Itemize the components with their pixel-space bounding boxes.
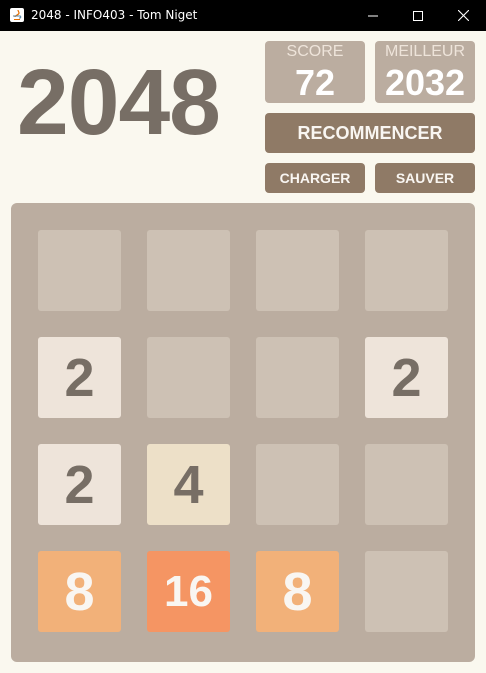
save-button[interactable]: SAUVER [375,163,475,193]
tile: 8 [256,551,339,632]
tile: 4 [147,444,230,525]
empty-cell [256,230,339,311]
best-score-label: MEILLEUR [384,43,466,60]
score-value: 72 [294,62,336,103]
score-label: SCORE [286,43,344,60]
score-box: SCORE 72 [265,41,365,103]
tile: 16 [147,551,230,632]
close-button[interactable] [441,0,486,31]
empty-cell [256,337,339,418]
restart-button[interactable]: RECOMMENCER [265,113,475,153]
empty-cell [256,444,339,525]
load-button[interactable]: CHARGER [265,163,365,193]
tile: 2 [38,337,121,418]
game-window: 2048 - INFO403 - Tom Niget 2048 SCORE 72… [0,0,486,673]
window-title: 2048 - INFO403 - Tom Niget [31,8,198,22]
close-icon [458,10,469,21]
minimize-button[interactable] [350,0,395,31]
empty-cell [365,551,448,632]
maximize-button[interactable] [395,0,440,31]
maximize-icon [412,10,423,21]
empty-cell [365,444,448,525]
java-app-icon [9,7,25,23]
empty-cell [365,230,448,311]
empty-cell [38,230,121,311]
best-score-value: 2032 [384,62,466,103]
tile: 2 [38,444,121,525]
tile: 2 [365,337,448,418]
empty-cell [147,230,230,311]
tile: 8 [38,551,121,632]
best-score-box: MEILLEUR 2032 [375,41,475,103]
minimize-icon [367,11,378,21]
title-bar[interactable]: 2048 - INFO403 - Tom Niget [0,0,486,31]
empty-cell [147,337,230,418]
game-title: 2048 [17,50,221,154]
game-board[interactable]: 2 2 2 4 8 16 8 [11,203,475,662]
